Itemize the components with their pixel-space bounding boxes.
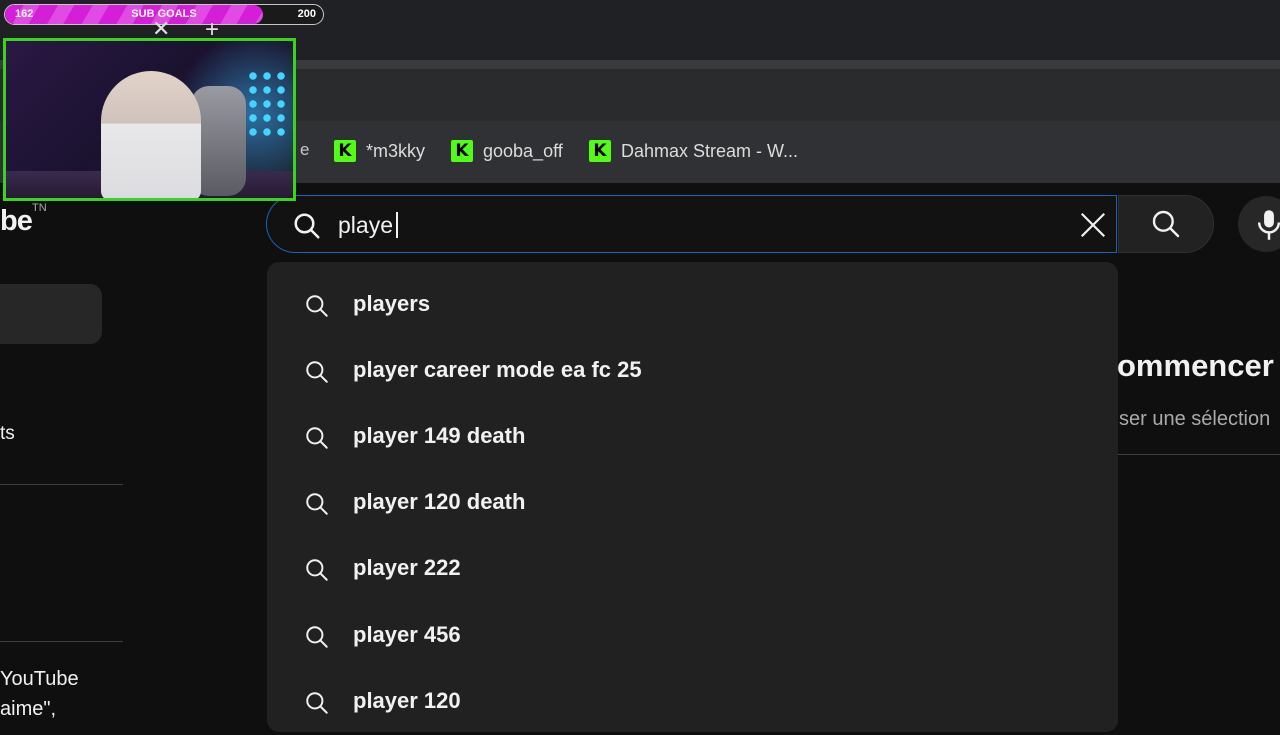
kick-icon: K — [451, 140, 473, 162]
main-subtext: ser une sélection — [1119, 408, 1271, 430]
suggestion-text: player 456 — [353, 622, 461, 647]
sidebar-divider — [0, 484, 123, 485]
webcam-overlay — [3, 38, 296, 201]
suggestion-item[interactable]: player 149 death — [267, 404, 1118, 470]
search-icon — [304, 425, 330, 456]
suggestion-item[interactable]: player 120 death — [267, 470, 1118, 536]
search-icon — [304, 293, 330, 324]
sidebar-item-active[interactable] — [0, 284, 102, 344]
suggestion-item[interactable]: player 456 — [267, 603, 1118, 669]
bookmark-label: *m3kky — [366, 140, 426, 161]
suggestion-text: player career mode ea fc 25 — [353, 357, 642, 382]
suggestion-item[interactable]: players — [267, 272, 1118, 338]
sidebar-item-partial[interactable]: ts — [0, 423, 15, 445]
search-icon — [292, 211, 322, 246]
sub-goal-target: 200 — [297, 8, 316, 20]
search-input[interactable] — [338, 206, 1038, 244]
suggestion-text: player 120 — [353, 688, 461, 713]
search-icon — [304, 557, 330, 588]
bookmark-m3kky[interactable]: K *m3kky — [334, 137, 425, 165]
search-icon — [304, 359, 330, 390]
suggestion-item[interactable]: player 222 — [267, 536, 1118, 602]
sidebar-footer-text: aime", — [0, 698, 57, 720]
microphone-icon — [1256, 209, 1280, 246]
logo-country-code: TN — [32, 202, 47, 214]
youtube-logo[interactable]: be — [0, 205, 33, 238]
suggestion-item[interactable]: player 120 — [267, 669, 1118, 735]
main-divider — [1117, 454, 1280, 455]
sidebar-footer-text: YouTube — [0, 668, 79, 690]
suggestion-item[interactable]: player career mode ea fc 25 — [267, 338, 1118, 404]
sidebar-divider — [0, 641, 123, 642]
bookmark-label: gooba_off — [483, 140, 563, 161]
main-heading: ommencer — [1117, 348, 1274, 383]
suggestion-text: players — [353, 291, 431, 316]
kick-icon: K — [589, 140, 611, 162]
webcam-hex-lights — [246, 69, 286, 139]
search-icon — [1152, 210, 1180, 238]
kick-icon: K — [334, 140, 356, 162]
bookmark-label: Dahmax Stream - W... — [621, 140, 799, 161]
search-icon — [304, 690, 330, 721]
clear-search-button[interactable] — [1072, 204, 1114, 246]
suggestion-text: player 120 death — [353, 489, 526, 514]
bookmark-partial-label[interactable]: e — [300, 140, 309, 160]
suggestion-text: player 222 — [353, 555, 461, 580]
bookmark-gooba-off[interactable]: K gooba_off — [451, 137, 563, 165]
close-icon — [1080, 212, 1106, 238]
search-button[interactable] — [1118, 195, 1214, 253]
search-icon — [304, 491, 330, 522]
bookmark-dahmax-stream[interactable]: K Dahmax Stream - W... — [589, 137, 798, 165]
webcam-streamer — [101, 71, 201, 198]
text-cursor — [396, 212, 398, 238]
suggestion-text: player 149 death — [353, 423, 526, 448]
search-icon — [304, 624, 330, 655]
